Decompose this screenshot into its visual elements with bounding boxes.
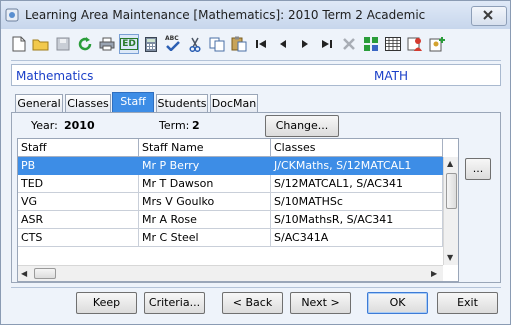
change-button-label: Change... — [275, 119, 329, 132]
learning-area-name: Mathematics — [16, 69, 94, 83]
criteria-button[interactable]: Criteria... — [144, 292, 205, 314]
cell-staff: ASR — [18, 211, 139, 229]
back-button-label: < Back — [232, 296, 273, 309]
criteria-button-label: Criteria... — [148, 296, 201, 309]
learning-area-header: Mathematics MATH — [11, 64, 501, 86]
next-record-icon[interactable] — [295, 34, 315, 54]
close-button[interactable] — [471, 6, 507, 26]
horizontal-scrollbar[interactable]: ◀ ▶ — [18, 265, 443, 281]
window-title: Learning Area Maintenance [Mathematics]:… — [25, 8, 426, 22]
learning-area-code: MATH — [374, 69, 408, 83]
toolbar-divider — [11, 60, 501, 61]
exit-button[interactable]: Exit — [437, 292, 498, 314]
column-header-staff[interactable]: Staff — [18, 139, 139, 157]
next-button[interactable]: Next > — [290, 292, 351, 314]
tab-classes[interactable]: Classes — [65, 94, 111, 112]
spellcheck-icon[interactable]: ABC — [163, 34, 183, 54]
paste-icon[interactable] — [229, 34, 249, 54]
tab-general[interactable]: General — [15, 94, 63, 112]
cell-staff-name: Mr C Steel — [139, 229, 271, 247]
scroll-left-icon[interactable]: ◀ — [21, 269, 27, 278]
column-header-classes[interactable]: Classes — [271, 139, 443, 157]
cell-classes: S/10MATHSc — [271, 193, 443, 211]
copy-icon[interactable] — [207, 34, 227, 54]
keep-button[interactable]: Keep — [76, 292, 137, 314]
exit-button-label: Exit — [457, 296, 478, 309]
cell-classes: S/AC341A — [271, 229, 443, 247]
vertical-scrollbar[interactable]: ▲ ▼ — [443, 157, 458, 265]
first-record-icon[interactable] — [251, 34, 271, 54]
scroll-right-icon[interactable]: ▶ — [431, 269, 437, 278]
staff-grid[interactable]: Staff Staff Name Classes PB Mr P Berry J… — [17, 138, 459, 282]
cell-staff-name: Mr T Dawson — [139, 175, 271, 193]
toolbar: ED ABC — [9, 34, 505, 56]
cell-staff: TED — [18, 175, 139, 193]
cell-classes: J/CKMaths, S/12MATCAL1 — [271, 157, 443, 175]
table-row[interactable]: VG Mrs V Goulko S/10MATHSc — [18, 193, 443, 211]
find-icon[interactable] — [361, 34, 381, 54]
back-button[interactable]: < Back — [222, 292, 283, 314]
cell-classes: S/10MathsR, S/AC341 — [271, 211, 443, 229]
ed-icon-label: ED — [120, 38, 138, 50]
table-row[interactable]: TED Mr T Dawson S/12MATCAL1, S/AC341 — [18, 175, 443, 193]
add-user-icon[interactable] — [427, 34, 447, 54]
vertical-scroll-thumb[interactable] — [446, 173, 457, 209]
next-button-label: Next > — [301, 296, 340, 309]
table-row[interactable]: ASR Mr A Rose S/10MathsR, S/AC341 — [18, 211, 443, 229]
year-value: 2010 — [64, 119, 95, 132]
term-value: 2 — [192, 119, 200, 132]
ok-button[interactable]: OK — [367, 292, 428, 314]
open-icon[interactable] — [31, 34, 51, 54]
calculator-icon[interactable] — [141, 34, 161, 54]
scroll-down-icon[interactable]: ▼ — [447, 253, 453, 262]
refresh-icon[interactable] — [75, 34, 95, 54]
table-row[interactable]: PB Mr P Berry J/CKMaths, S/12MATCAL1 — [18, 157, 443, 175]
term-label: Term: — [159, 119, 190, 132]
cell-staff: VG — [18, 193, 139, 211]
new-icon[interactable] — [9, 34, 29, 54]
delete-icon[interactable] — [339, 34, 359, 54]
cell-staff-name: Mr A Rose — [139, 211, 271, 229]
scroll-up-icon[interactable]: ▲ — [447, 159, 453, 168]
user-icon[interactable] — [405, 34, 425, 54]
keep-button-label: Keep — [92, 296, 121, 309]
horizontal-scroll-thumb[interactable] — [34, 268, 56, 279]
button-bar-divider — [11, 287, 501, 288]
column-header-staff-name[interactable]: Staff Name — [139, 139, 271, 157]
title-bar[interactable]: Learning Area Maintenance [Mathematics]:… — [1, 1, 510, 29]
cell-classes: S/12MATCAL1, S/AC341 — [271, 175, 443, 193]
app-icon — [5, 8, 19, 22]
tab-staff[interactable]: Staff — [112, 92, 154, 112]
grid-icon[interactable] — [383, 34, 403, 54]
tab-docman[interactable]: DocMan — [210, 94, 258, 112]
last-record-icon[interactable] — [317, 34, 337, 54]
ok-button-label: OK — [389, 296, 406, 309]
table-row[interactable]: CTS Mr C Steel S/AC341A — [18, 229, 443, 247]
change-button[interactable]: Change... — [265, 115, 339, 137]
ed-icon[interactable]: ED — [119, 34, 139, 54]
ellipsis-button[interactable]: ... — [465, 158, 491, 180]
print-icon[interactable] — [97, 34, 117, 54]
save-icon[interactable] — [53, 34, 73, 54]
close-icon — [483, 10, 493, 20]
cell-staff-name: Mrs V Goulko — [139, 193, 271, 211]
tab-students[interactable]: Students — [156, 94, 208, 112]
cell-staff-name: Mr P Berry — [139, 157, 271, 175]
cell-staff: CTS — [18, 229, 139, 247]
cut-icon[interactable] — [185, 34, 205, 54]
ellipsis-button-label: ... — [472, 162, 484, 175]
previous-record-icon[interactable] — [273, 34, 293, 54]
cell-staff: PB — [18, 157, 139, 175]
learning-area-window: Learning Area Maintenance [Mathematics]:… — [0, 0, 511, 325]
year-label: Year: — [31, 119, 58, 132]
